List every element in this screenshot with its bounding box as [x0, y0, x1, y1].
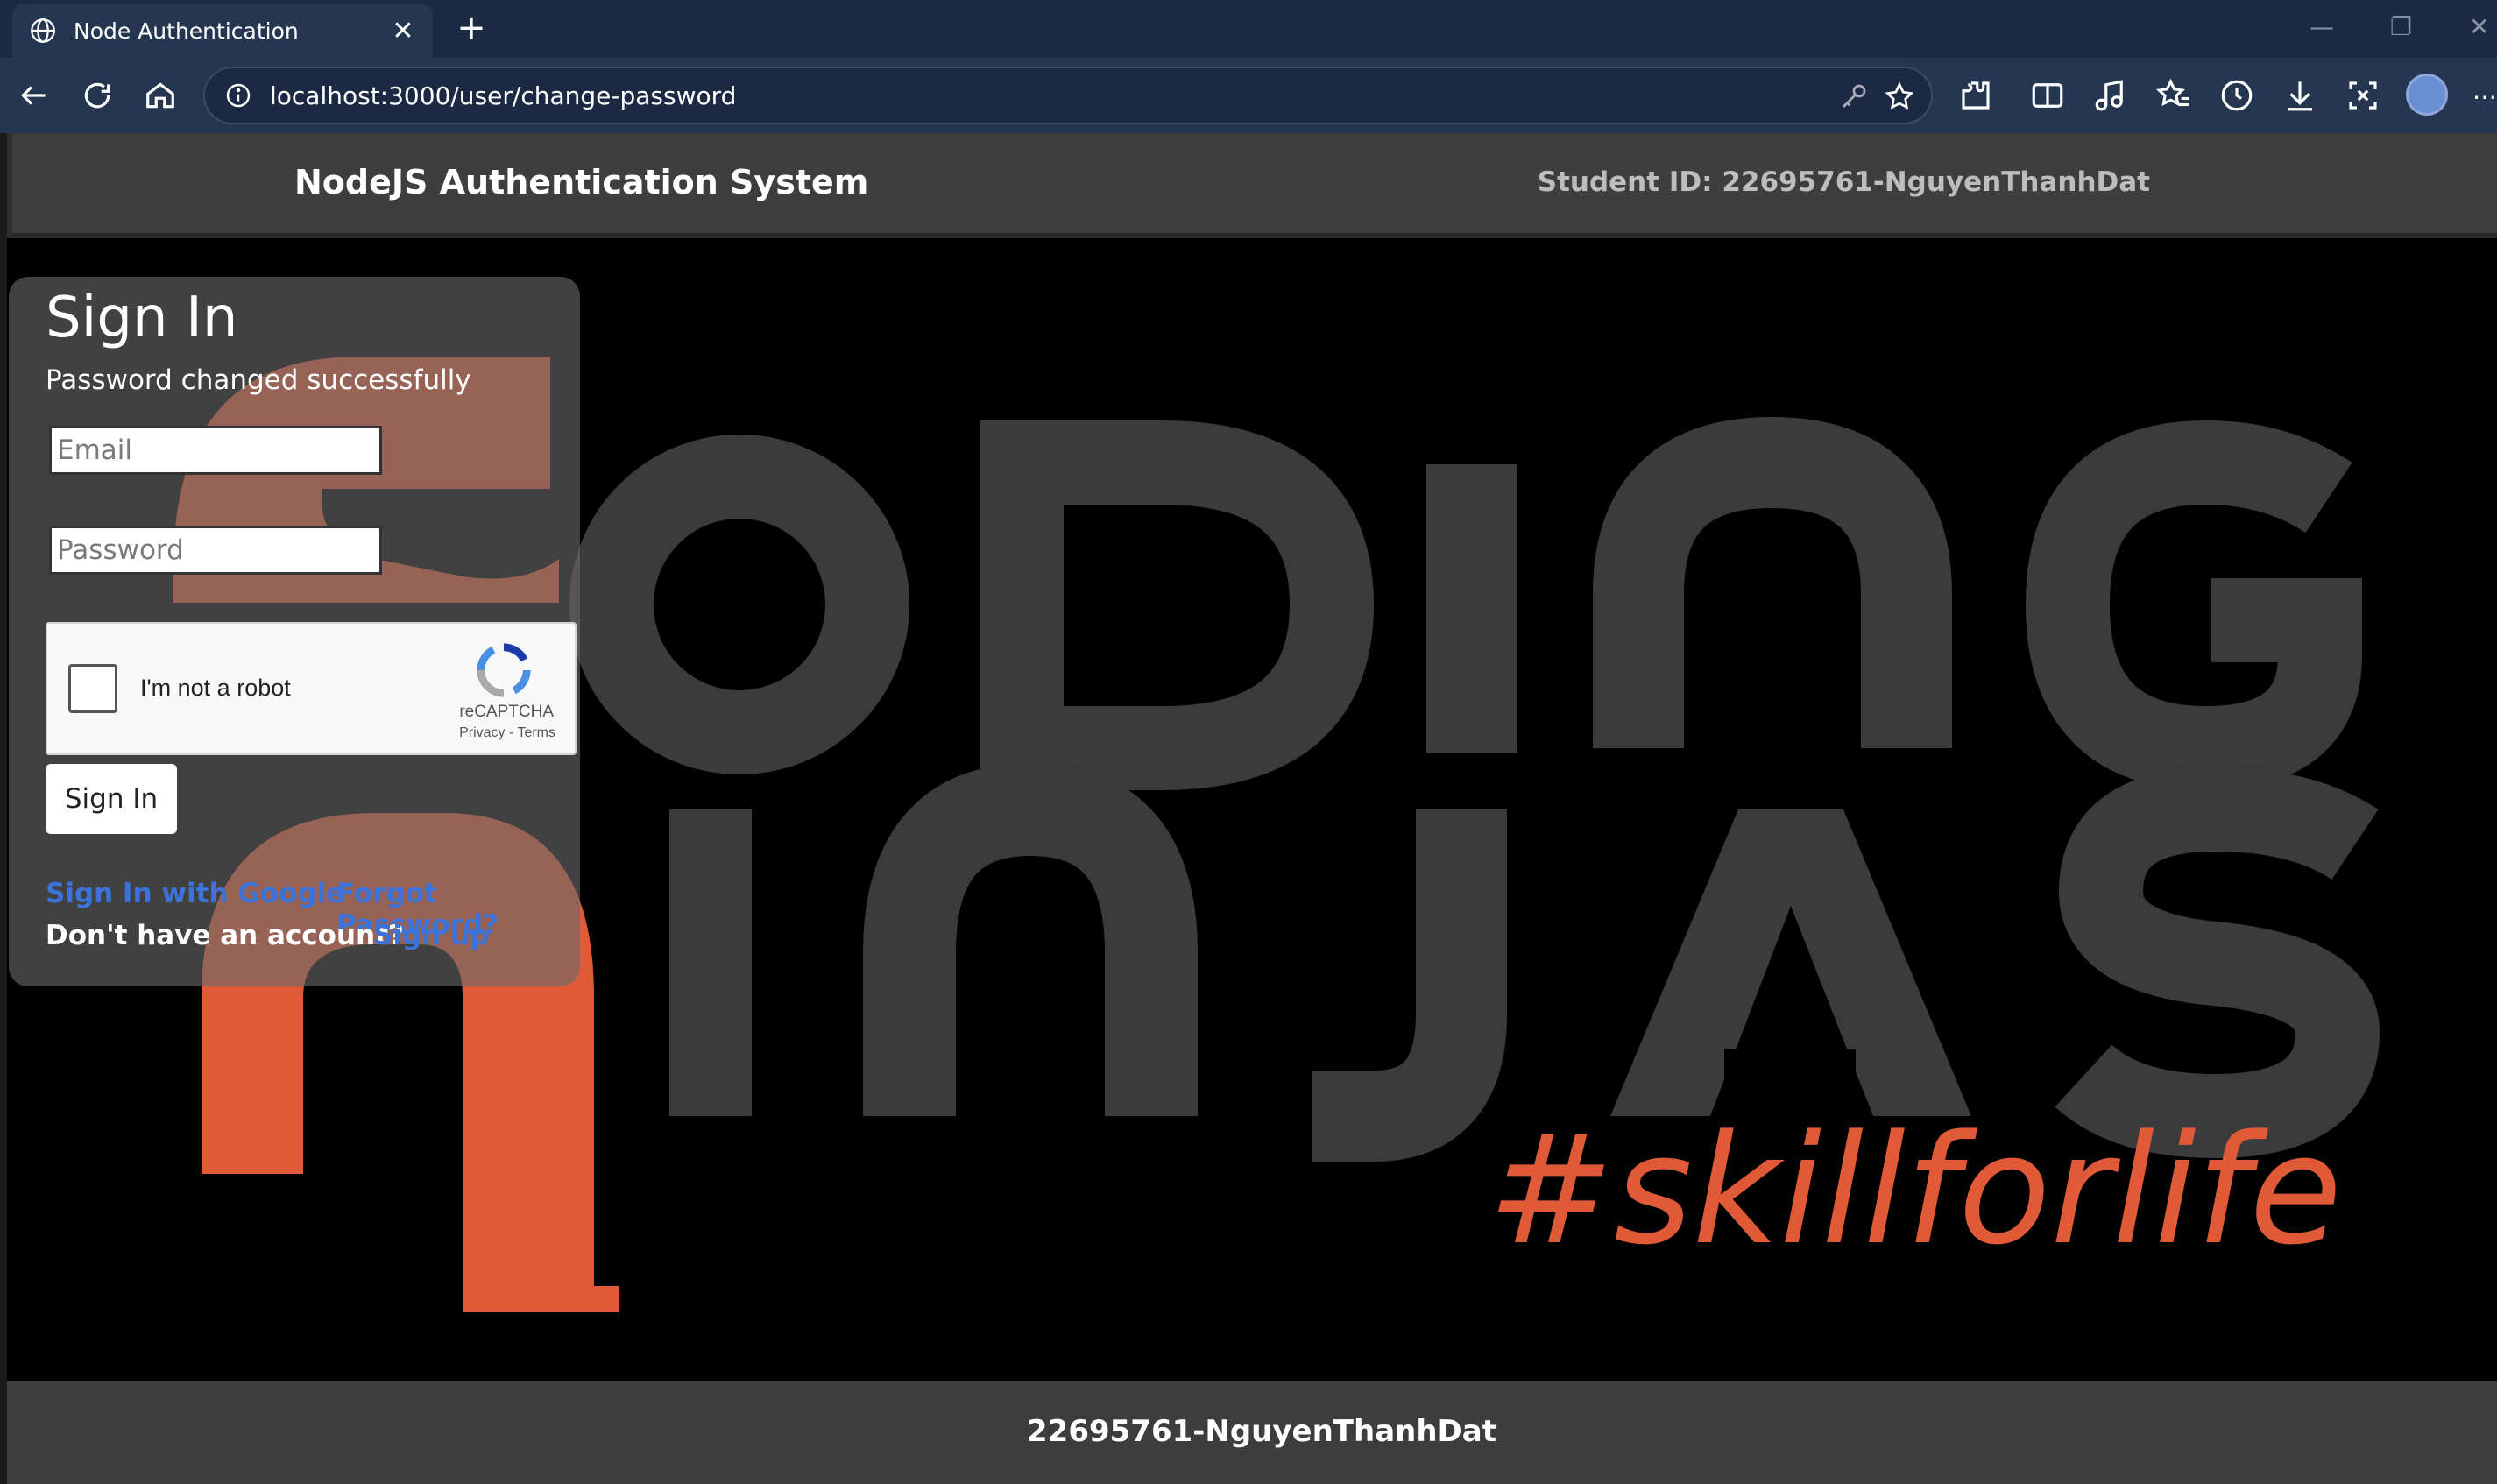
- captcha-label: I'm not a robot: [140, 675, 291, 701]
- home-icon[interactable]: [140, 75, 180, 116]
- captcha-checkbox[interactable]: [68, 664, 117, 713]
- recaptcha-logo-icon: [477, 643, 531, 697]
- signup-link[interactable]: Sign up: [373, 920, 489, 951]
- globe-icon: [31, 18, 55, 43]
- minimize-icon[interactable]: —: [2310, 12, 2334, 47]
- web-page: NodeJS Authentication System Student ID:…: [7, 133, 2497, 1484]
- back-icon[interactable]: [14, 75, 54, 116]
- no-account-text: Don't have an account?: [46, 920, 404, 951]
- site-footer: 22695761-NguyenThanhDat: [7, 1381, 2497, 1484]
- reload-icon[interactable]: [77, 75, 117, 116]
- site-brand[interactable]: NodeJS Authentication System: [294, 163, 868, 201]
- history-icon[interactable]: [2218, 77, 2255, 114]
- extensions-icon[interactable]: [1957, 77, 1994, 114]
- close-tab-icon[interactable]: ✕: [389, 16, 417, 46]
- status-message: Password changed successfully: [46, 364, 471, 396]
- tab-title: Node Authentication: [74, 18, 299, 44]
- recaptcha-widget: I'm not a robot reCAPTCHA Privacy - Term…: [46, 622, 577, 755]
- footer-text: 22695761-NguyenThanhDat: [1027, 1414, 1496, 1449]
- new-tab-icon[interactable]: +: [452, 9, 491, 47]
- restore-icon[interactable]: ❐: [2390, 12, 2412, 47]
- student-id: Student ID: 22695761-NguyenThanhDat: [1537, 166, 2150, 198]
- profile-avatar[interactable]: [2406, 74, 2448, 116]
- captcha-brand: reCAPTCHA: [459, 703, 554, 721]
- split-screen-icon[interactable]: [2029, 77, 2066, 114]
- google-signin-link[interactable]: Sign In with Google: [46, 878, 344, 909]
- read-aloud-icon[interactable]: [2092, 77, 2129, 114]
- favorites-icon[interactable]: [2155, 77, 2192, 114]
- key-icon[interactable]: [1838, 81, 1870, 112]
- captcha-links[interactable]: Privacy - Terms: [459, 725, 555, 741]
- favorite-star-icon[interactable]: [1884, 81, 1915, 112]
- password-input[interactable]: [49, 526, 382, 575]
- address-url: localhost:3000/user/change-password: [270, 81, 737, 110]
- tagline-text: #skillforlife: [1488, 1102, 2342, 1278]
- email-input[interactable]: [49, 426, 382, 475]
- signin-title: Sign In: [46, 286, 238, 350]
- site-info-icon[interactable]: [224, 81, 252, 110]
- browser-tab[interactable]: Node Authentication ✕: [12, 4, 433, 58]
- browser-toolbar: localhost:3000/user/change-password ⋯: [0, 58, 2497, 133]
- site-header: NodeJS Authentication System Student ID:…: [7, 133, 2497, 238]
- signin-button[interactable]: Sign In: [46, 764, 177, 834]
- more-options-icon[interactable]: ⋯: [2472, 82, 2497, 117]
- signin-card: Sign In Password changed successfully I'…: [9, 277, 580, 986]
- screenshot-icon[interactable]: [2345, 77, 2381, 114]
- downloads-icon[interactable]: [2281, 77, 2318, 114]
- browser-tab-bar: Node Authentication ✕ + — ❐ ✕: [0, 0, 2497, 58]
- address-bar[interactable]: localhost:3000/user/change-password: [203, 67, 1933, 124]
- close-window-icon[interactable]: ✕: [2469, 12, 2489, 47]
